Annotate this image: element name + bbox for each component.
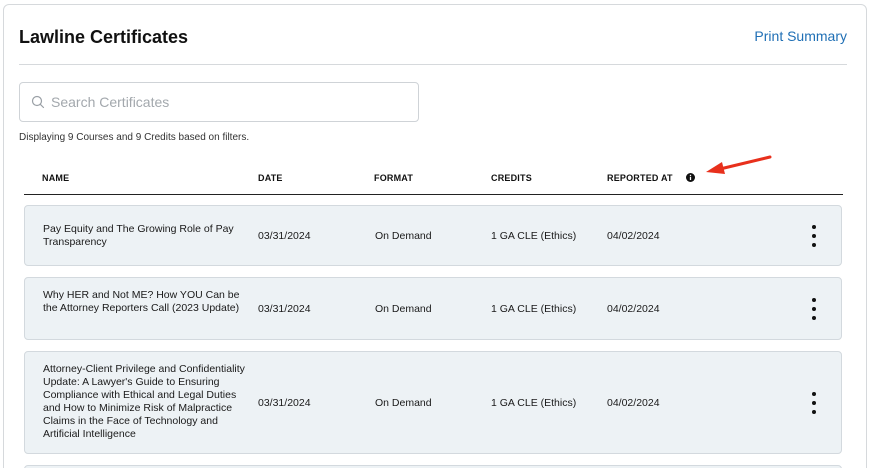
search-icon: [31, 95, 45, 109]
course-reported-at: 04/02/2024: [607, 303, 660, 315]
course-name: Attorney-Client Privilege and Confidenti…: [43, 363, 245, 440]
page-title: Lawline Certificates: [19, 27, 189, 47]
kebab-menu-icon[interactable]: [807, 392, 821, 414]
course-format: On Demand: [375, 303, 432, 315]
course-date: 03/31/2024: [258, 397, 311, 409]
course-name: Pay Equity and The Growing Role of Pay T…: [43, 223, 234, 248]
course-reported-at: 04/02/2024: [607, 230, 660, 242]
course-date: 03/31/2024: [258, 303, 311, 315]
column-header-credits[interactable]: CREDITS: [491, 173, 532, 183]
course-credits: 1 GA CLE (Ethics): [491, 397, 577, 409]
search-input[interactable]: [51, 94, 401, 110]
info-icon[interactable]: [686, 173, 695, 182]
column-header-name[interactable]: NAME: [42, 173, 69, 183]
column-header-format[interactable]: FORMAT: [374, 173, 413, 183]
table-row[interactable]: Attorney-Client Privilege and Confidenti…: [24, 351, 842, 454]
course-format: On Demand: [375, 397, 432, 409]
column-header-date[interactable]: DATE: [258, 173, 283, 183]
kebab-menu-icon[interactable]: [807, 225, 821, 247]
red-arrow-icon: [706, 155, 772, 174]
print-summary-link[interactable]: Print Summary: [754, 28, 847, 44]
table-header-divider: [24, 194, 843, 195]
course-credits: 1 GA CLE (Ethics): [491, 230, 577, 242]
kebab-menu-icon[interactable]: [807, 298, 821, 320]
search-box[interactable]: [19, 82, 419, 122]
course-date: 03/31/2024: [258, 230, 311, 242]
table-row[interactable]: Pay Equity and The Growing Role of Pay T…: [24, 205, 842, 266]
course-reported-at: 04/02/2024: [607, 397, 660, 409]
course-credits: 1 GA CLE (Ethics): [491, 303, 577, 315]
header-divider: [19, 64, 847, 65]
column-header-reported-at[interactable]: REPORTED AT: [607, 173, 673, 183]
course-name: Why HER and Not ME? How YOU Can be the A…: [43, 289, 240, 314]
table-row[interactable]: Why HER and Not ME? How YOU Can be the A…: [24, 277, 842, 340]
course-format: On Demand: [375, 230, 432, 242]
results-summary: Displaying 9 Courses and 9 Credits based…: [19, 132, 250, 143]
